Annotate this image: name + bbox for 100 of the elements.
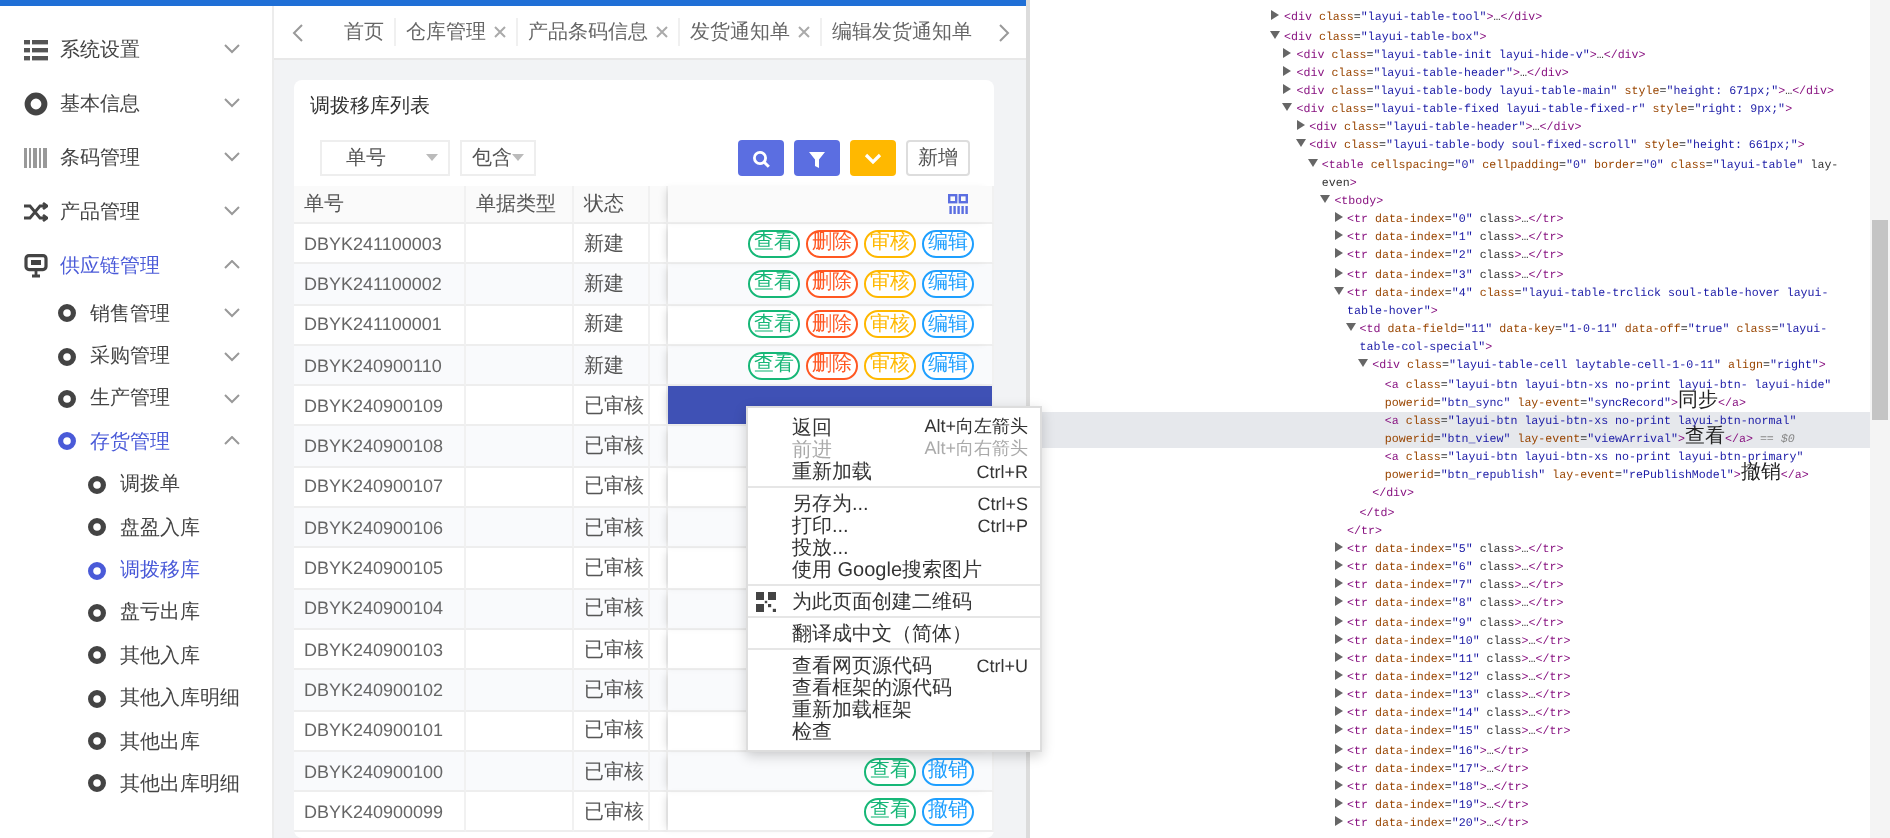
keyboard-shortcut: Alt+向左箭头: [924, 414, 1028, 439]
ring-icon: [58, 347, 76, 366]
tab[interactable]: 编辑发货通知单: [820, 18, 982, 46]
caret-right-icon[interactable]: [1333, 267, 1343, 278]
monitor-icon: [24, 253, 48, 277]
tab[interactable]: 发货通知单: [678, 18, 820, 46]
filter-icon: [808, 149, 826, 167]
caret-right-icon[interactable]: [1270, 10, 1280, 21]
caret-right-icon[interactable]: [1333, 230, 1343, 241]
sidebar-item[interactable]: 盘盈入库: [0, 505, 272, 549]
sidebar-item[interactable]: 基本信息: [0, 76, 272, 130]
sidebar-item[interactable]: 采购管理: [0, 334, 272, 378]
caret-right-icon[interactable]: [1333, 688, 1343, 699]
menu-item[interactable]: 查看网页源代码 Ctrl+U: [748, 654, 1040, 676]
caret-right-icon[interactable]: [1333, 816, 1343, 827]
sidebar-item[interactable]: 其他出库明细: [0, 762, 272, 806]
caret-down-icon[interactable]: [1307, 157, 1318, 168]
chevron-down-icon[interactable]: [224, 351, 240, 362]
caret-right-icon[interactable]: [1333, 596, 1343, 607]
caret-down-icon[interactable]: [1270, 29, 1280, 40]
menu-item[interactable]: 翻译成中文（简体）: [748, 622, 1040, 644]
chevron-down-icon[interactable]: [224, 393, 240, 404]
chevron-up-icon[interactable]: [224, 260, 240, 270]
caret-down-icon: [426, 154, 438, 162]
chevron-left-icon[interactable]: [292, 23, 304, 41]
caret-right-icon[interactable]: [1333, 541, 1343, 552]
sidebar-item[interactable]: 其他出库: [0, 719, 272, 763]
add-button[interactable]: 新增: [906, 140, 970, 176]
caret-right-icon[interactable]: [1333, 651, 1343, 662]
table-cell: 已审核: [574, 670, 650, 712]
table-cell: DBYK240900108: [294, 426, 466, 468]
columns-icon[interactable]: [948, 194, 968, 214]
sidebar-item[interactable]: 供应链管理: [0, 238, 272, 292]
sidebar-item[interactable]: 条码管理: [0, 130, 272, 184]
menu-item[interactable]: 重新加载框架: [748, 698, 1040, 720]
caret-right-icon[interactable]: [1333, 779, 1343, 790]
tab[interactable]: 首页: [316, 18, 394, 46]
caret-right-icon[interactable]: [1333, 560, 1343, 571]
caret-right-icon[interactable]: [1333, 633, 1343, 644]
sidebar-item[interactable]: 其他入库明细: [0, 677, 272, 720]
caret-right-icon[interactable]: [1333, 798, 1343, 809]
caret-right-icon[interactable]: [1333, 248, 1343, 259]
column-header: 单据类型: [466, 186, 574, 224]
qr-code-icon: [756, 591, 776, 611]
chevron-up-icon[interactable]: [224, 436, 240, 447]
ring-icon: [88, 561, 106, 580]
menu-item[interactable]: 使用 Google搜索图片: [748, 558, 1040, 580]
menu-item[interactable]: 为此页面创建二维码: [748, 590, 1040, 612]
caret-down-icon[interactable]: [1320, 193, 1331, 204]
caret-down-icon[interactable]: [1295, 138, 1306, 149]
menu-item[interactable]: 投放...: [748, 536, 1040, 558]
caret-down-icon[interactable]: [1345, 322, 1356, 333]
caret-right-icon[interactable]: [1333, 761, 1343, 772]
shuffle-icon: [24, 199, 48, 223]
menu-item[interactable]: 打印... Ctrl+P: [748, 514, 1040, 536]
menu-item[interactable]: 查看框架的源代码: [748, 676, 1040, 698]
search-button[interactable]: [738, 140, 784, 176]
menu-item[interactable]: 重新加载 Ctrl+R: [748, 460, 1040, 482]
tab[interactable]: 产品条码信息: [516, 18, 678, 46]
caret-right-icon[interactable]: [1282, 65, 1293, 76]
chevron-down-icon[interactable]: [224, 308, 240, 319]
sidebar-item[interactable]: 其他入库: [0, 634, 272, 678]
column-header: 单号: [294, 186, 466, 224]
caret-right-icon[interactable]: [1282, 84, 1293, 95]
caret-right-icon[interactable]: [1333, 706, 1343, 717]
ring-icon: [88, 689, 106, 708]
caret-right-icon[interactable]: [1295, 120, 1306, 131]
caret-right-icon[interactable]: [1333, 615, 1343, 626]
sidebar-item[interactable]: 存货管理: [0, 420, 272, 464]
chevron-down-icon[interactable]: [224, 152, 240, 162]
table-cell: 已审核: [574, 508, 650, 549]
sidebar-item[interactable]: 系统设置: [0, 22, 272, 76]
sidebar-item[interactable]: 生产管理: [0, 377, 272, 421]
sidebar-item[interactable]: 调拨移库: [0, 548, 272, 592]
select-field[interactable]: 包含: [460, 140, 536, 176]
sidebar-item[interactable]: 销售管理: [0, 292, 272, 335]
caret-right-icon[interactable]: [1282, 47, 1293, 58]
chevron-down-icon[interactable]: [224, 206, 240, 216]
sidebar-item[interactable]: 产品管理: [0, 184, 272, 238]
chevron-down-icon[interactable]: [224, 98, 240, 108]
select-field[interactable]: 单号: [320, 140, 450, 176]
menu-item[interactable]: 检查: [748, 720, 1040, 742]
menu-item[interactable]: 另存为... Ctrl+S: [748, 492, 1040, 514]
scrollbar[interactable]: [1870, 0, 1890, 838]
caret-right-icon[interactable]: [1333, 578, 1343, 589]
ring-icon: [88, 603, 106, 622]
scrollbar-thumb[interactable]: [1872, 220, 1888, 420]
sidebar-item[interactable]: 盘亏出库: [0, 591, 272, 635]
caret-right-icon[interactable]: [1333, 743, 1343, 754]
caret-down-icon[interactable]: [1358, 358, 1369, 369]
caret-down-icon[interactable]: [1333, 285, 1343, 296]
caret-down-icon[interactable]: [1282, 102, 1293, 113]
chevron-right-icon[interactable]: [998, 23, 1010, 41]
filter-button[interactable]: [794, 140, 840, 176]
caret-right-icon[interactable]: [1333, 670, 1343, 681]
tab[interactable]: 仓库管理: [394, 18, 516, 46]
caret-right-icon[interactable]: [1333, 724, 1343, 735]
sidebar-item[interactable]: 调拨单: [0, 463, 272, 506]
chevron-down-icon[interactable]: [224, 44, 240, 54]
caret-right-icon[interactable]: [1333, 212, 1343, 223]
